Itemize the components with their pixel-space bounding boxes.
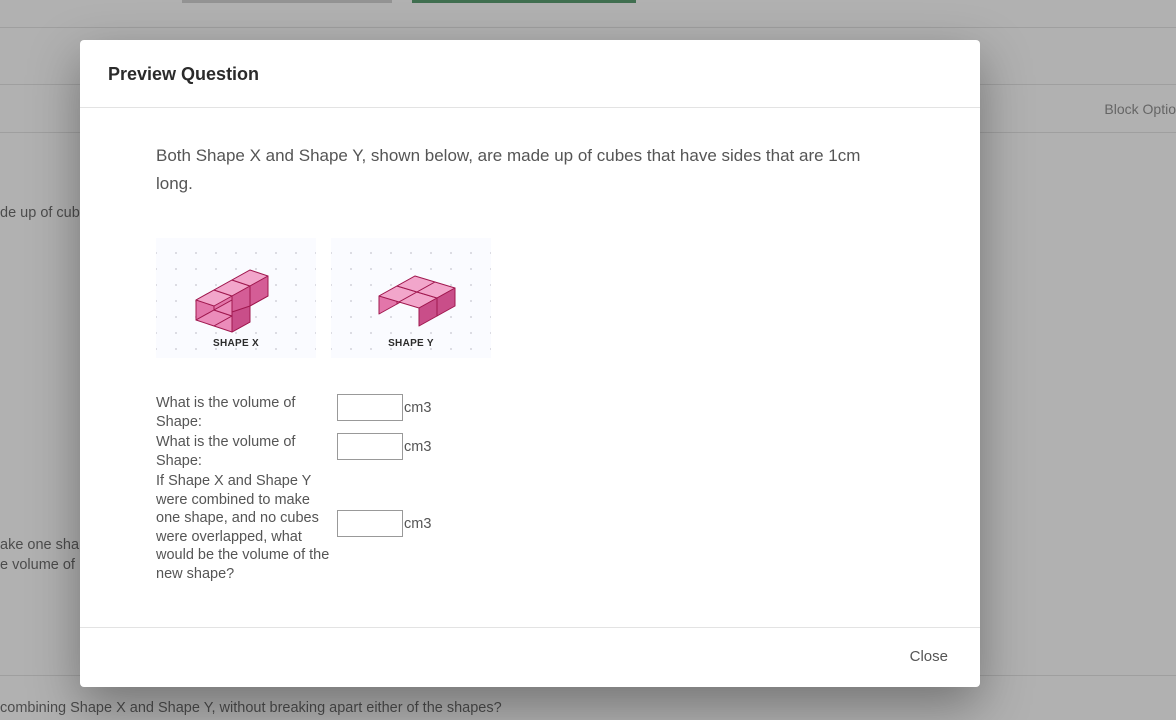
shape-y-figure	[351, 258, 471, 338]
preview-question-modal: Preview Question Both Shape X and Shape …	[80, 40, 980, 687]
field-label-3: If Shape X and Shape Y were combined to …	[156, 472, 337, 583]
shape-y-label: SHAPE Y	[388, 338, 434, 349]
field-row-1: What is the volume of Shape: cm3	[156, 394, 930, 431]
field-row-2: What is the volume of Shape: cm3	[156, 433, 930, 470]
field-label-1: What is the volume of Shape:	[156, 394, 337, 431]
modal-title: Preview Question	[108, 64, 952, 85]
fields-table: What is the volume of Shape: cm3 What is…	[156, 394, 930, 583]
field-label-2: What is the volume of Shape:	[156, 433, 337, 470]
volume-combined-input[interactable]	[337, 510, 403, 537]
field-input-wrap-1: cm3	[337, 394, 431, 421]
field-input-wrap-2: cm3	[337, 433, 431, 460]
modal-footer: Close	[80, 627, 980, 687]
volume-y-input[interactable]	[337, 433, 403, 460]
modal-body[interactable]: Both Shape X and Shape Y, shown below, a…	[80, 108, 980, 627]
shape-x-figure	[176, 258, 296, 338]
modal-body-wrap: Both Shape X and Shape Y, shown below, a…	[80, 108, 980, 627]
shape-x-card: SHAPE X	[156, 238, 316, 358]
field-input-wrap-3: cm3	[337, 472, 431, 537]
unit-label: cm3	[404, 516, 431, 532]
close-button[interactable]: Close	[910, 648, 948, 665]
question-intro: Both Shape X and Shape Y, shown below, a…	[156, 142, 876, 198]
unit-label: cm3	[404, 439, 431, 455]
unit-label: cm3	[404, 400, 431, 416]
shapes-row: SHAPE X	[156, 238, 930, 358]
volume-x-input[interactable]	[337, 394, 403, 421]
shape-y-card: SHAPE Y	[331, 238, 491, 358]
modal-header: Preview Question	[80, 40, 980, 108]
field-row-3: If Shape X and Shape Y were combined to …	[156, 472, 930, 583]
shape-x-label: SHAPE X	[213, 338, 259, 349]
